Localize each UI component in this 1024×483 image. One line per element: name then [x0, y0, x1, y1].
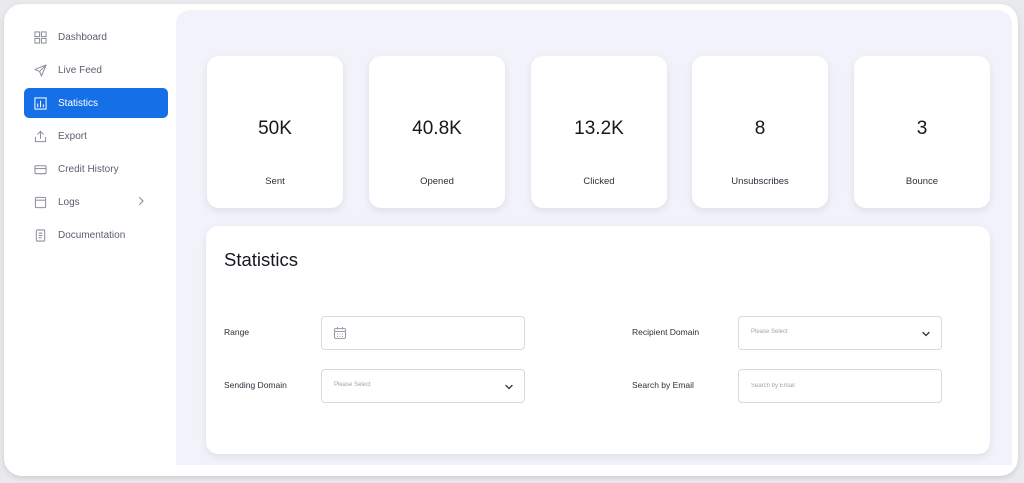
- document-icon: [34, 228, 47, 242]
- stat-card-sent: 50K Sent: [207, 56, 343, 208]
- app-window: Dashboard Live Feed Statistics Export Cr…: [4, 4, 1018, 476]
- sending-domain-label: Sending Domain: [224, 380, 287, 390]
- stat-label: Bounce: [905, 176, 939, 187]
- logs-icon: [34, 196, 47, 209]
- stat-value: 8: [754, 118, 766, 139]
- stat-value: 3: [916, 118, 928, 139]
- main-content: 50K Sent 40.8K Opened 13.2K Clicked 8 Un…: [176, 10, 1012, 465]
- select-placeholder: Please Select: [334, 382, 371, 388]
- stat-value: 50K: [258, 118, 292, 139]
- sidebar-item-credit-history[interactable]: Credit History: [24, 154, 168, 184]
- chevron-down-icon: [921, 329, 931, 339]
- stat-label: Sent: [265, 176, 285, 187]
- stat-label: Opened: [420, 176, 454, 187]
- sidebar-item-label: Documentation: [58, 229, 126, 241]
- search-email-field[interactable]: [738, 369, 942, 403]
- sidebar-item-label: Credit History: [58, 163, 119, 175]
- stat-card-unsubscribes: 8 Unsubscribes: [692, 56, 828, 208]
- search-email-label: Search by Email: [632, 380, 694, 390]
- sidebar-item-logs[interactable]: Logs: [24, 187, 168, 217]
- recipient-domain-select[interactable]: Please Select: [738, 316, 942, 350]
- chevron-right-icon[interactable]: [136, 196, 146, 206]
- grid-icon: [34, 30, 47, 44]
- stat-label: Clicked: [583, 176, 615, 187]
- search-email-input[interactable]: [739, 370, 941, 402]
- sending-domain-select[interactable]: Please Select: [321, 369, 525, 403]
- chevron-down-icon: [504, 382, 514, 392]
- recipient-domain-label: Recipient Domain: [632, 327, 700, 337]
- stat-label: Unsubscribes: [731, 176, 789, 187]
- sidebar-item-live-feed[interactable]: Live Feed: [24, 55, 168, 85]
- sidebar-item-statistics[interactable]: Statistics: [24, 88, 168, 118]
- range-date-picker[interactable]: [321, 316, 525, 350]
- sidebar-item-export[interactable]: Export: [24, 121, 168, 151]
- stat-card-bounce: 3 Bounce: [854, 56, 990, 208]
- range-label: Range: [224, 327, 250, 337]
- send-icon: [34, 63, 47, 77]
- sidebar-item-label: Logs: [58, 196, 80, 208]
- stat-card-opened: 40.8K Opened: [369, 56, 505, 208]
- stat-value: 40.8K: [412, 118, 462, 139]
- calendar-icon[interactable]: [333, 326, 347, 340]
- sidebar-item-documentation[interactable]: Documentation: [24, 220, 168, 250]
- stat-value: 13.2K: [574, 118, 624, 139]
- export-icon: [34, 130, 47, 143]
- bar-chart-icon: [34, 96, 47, 110]
- sidebar-item-dashboard[interactable]: Dashboard: [24, 22, 168, 52]
- stat-card-clicked: 13.2K Clicked: [531, 56, 667, 208]
- panel-title: Statistics: [224, 249, 299, 270]
- select-placeholder: Please Select: [751, 329, 788, 335]
- sidebar-item-label: Live Feed: [58, 64, 102, 76]
- sidebar-item-label: Dashboard: [58, 31, 107, 43]
- statistics-panel: Statistics Range Recipient Domain Please…: [206, 226, 990, 454]
- sidebar: Dashboard Live Feed Statistics Export Cr…: [4, 4, 176, 476]
- sidebar-item-label: Statistics: [58, 97, 99, 109]
- sidebar-item-label: Export: [58, 130, 87, 142]
- credit-card-icon: [34, 163, 47, 176]
